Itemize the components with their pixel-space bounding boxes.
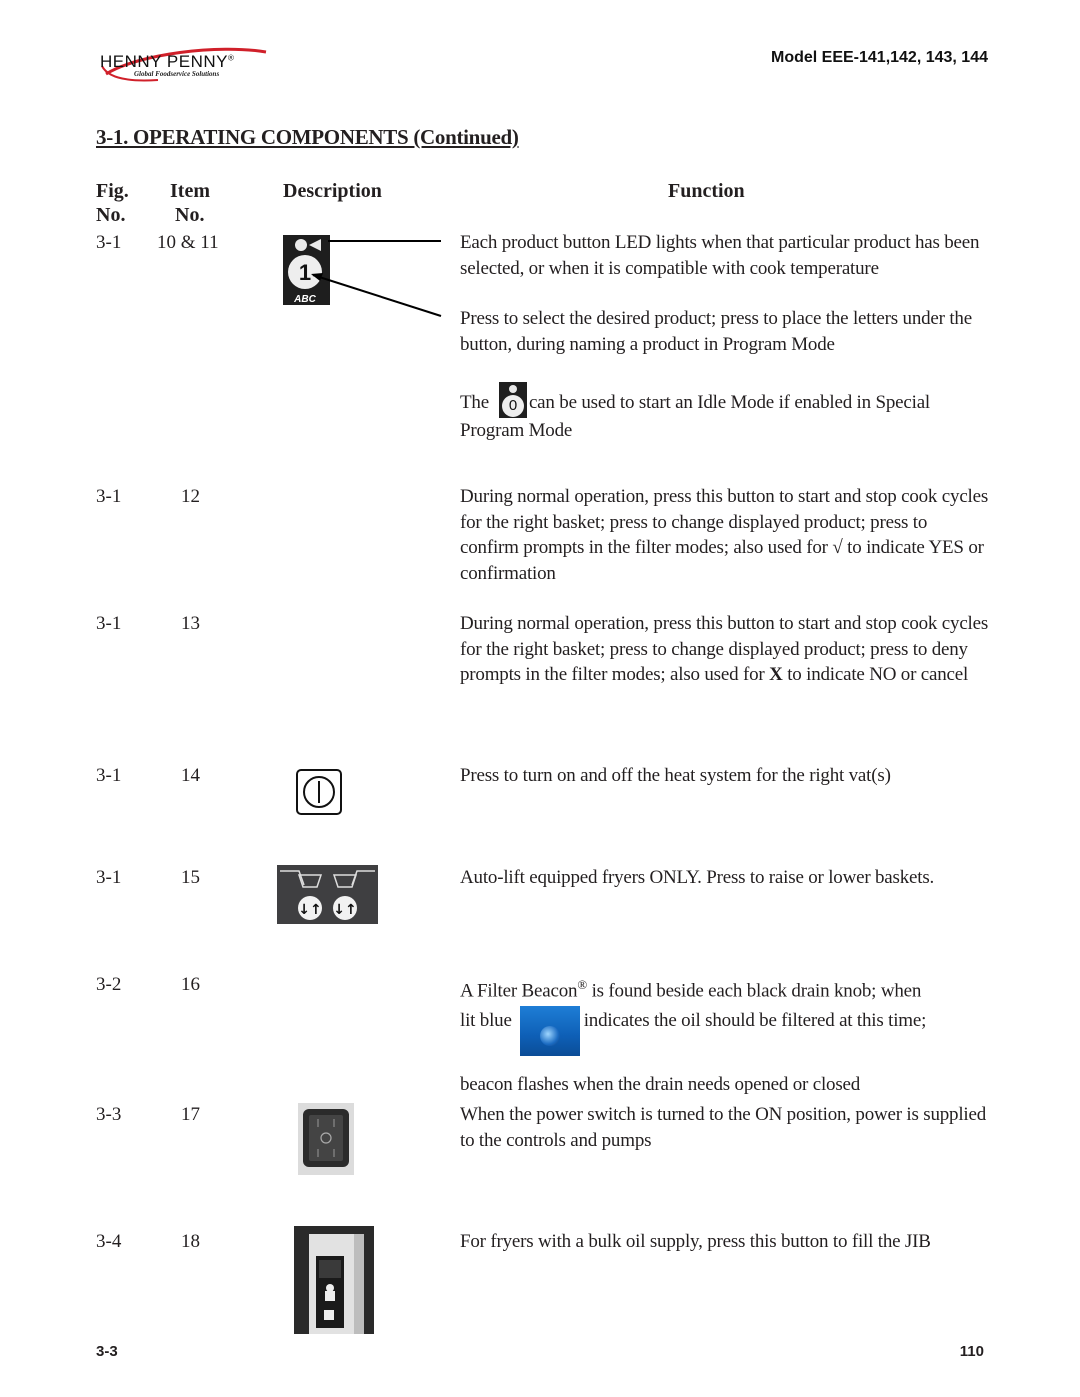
zero-button-icon: 0 xyxy=(498,382,527,418)
filter-beacon-icon xyxy=(519,1005,580,1056)
row-fig: 3-3 xyxy=(96,1104,122,1125)
row-item: 13 xyxy=(181,613,200,634)
row-fig: 3-1 xyxy=(96,867,122,888)
power-button-icon xyxy=(296,769,342,820)
col-header-item-line1: Item xyxy=(170,180,210,202)
row-item: 17 xyxy=(181,1104,200,1125)
function-text-16: A Filter Beacon® is found beside each bl… xyxy=(460,977,927,1095)
row-item: 12 xyxy=(181,486,200,507)
col-header-item-line2: No. xyxy=(175,204,205,226)
col-header-fig-line2: No. xyxy=(96,204,126,226)
bulk-oil-fill-button-icon xyxy=(294,1226,374,1339)
model-label: Model EEE-141,142, 143, 144 xyxy=(770,49,988,66)
row-item: 10 & 11 xyxy=(157,232,219,253)
col-header-fig: Fig. No. xyxy=(96,180,129,227)
product-button-icon: 1 ABC xyxy=(283,235,443,317)
row-item: 14 xyxy=(181,765,200,786)
power-switch-icon xyxy=(298,1103,354,1180)
row-item: 15 xyxy=(181,867,200,888)
product-button-letters: ABC xyxy=(293,294,316,305)
section-title: 3-1. OPERATING COMPONENTS (Continued) xyxy=(96,125,519,149)
x-symbol: X xyxy=(769,664,783,685)
row-item: 18 xyxy=(181,1231,200,1252)
row-fig: 3-2 xyxy=(96,974,122,995)
row-fig: 3-1 xyxy=(96,613,122,634)
basket-lift-icon: ↓↑ ↓↑ xyxy=(277,865,378,929)
brand-name: HENNY PENNY® xyxy=(100,52,235,71)
function-text-15: Auto-lift equipped fryers ONLY. Press to… xyxy=(460,867,935,888)
function-text-13: During normal operation, press this butt… xyxy=(460,613,989,685)
check-symbol: √ xyxy=(832,537,843,558)
select-description: Press to select the desired product; pre… xyxy=(460,308,972,355)
row-fig: 3-4 xyxy=(96,1231,122,1252)
footer-page-number: 110 xyxy=(959,1343,984,1360)
function-text-14: Press to turn on and off the heat system… xyxy=(460,765,891,786)
idle-mode-note: The 0 can be used to start an Idle Mode if… xyxy=(460,382,990,444)
row-fig: 3-1 xyxy=(96,486,122,507)
brand-tagline: Global Foodservice Solutions xyxy=(134,70,220,78)
henny-penny-logo: HENNY PENNY® Global Foodservice Solution… xyxy=(98,44,273,84)
product-button-number: 1 xyxy=(299,260,311,285)
row-fig: 3-1 xyxy=(96,232,122,253)
footer-section-page: 3-3 xyxy=(96,1343,118,1360)
svg-text:↓↑: ↓↑ xyxy=(333,902,356,918)
led-description: Each product button LED lights when that… xyxy=(460,232,980,279)
svg-text:↓↑: ↓↑ xyxy=(298,902,321,918)
row-item: 16 xyxy=(181,974,200,995)
col-header-item: Item No. xyxy=(170,180,210,227)
col-header-function: Function xyxy=(668,180,745,202)
function-text-17: When the power switch is turned to the O… xyxy=(460,1104,987,1151)
function-text-10-11: Each product button LED lights when that… xyxy=(460,230,990,444)
col-header-fig-line1: Fig. xyxy=(96,180,129,202)
function-text-12: During normal operation, press this butt… xyxy=(460,486,989,584)
function-text-18: For fryers with a bulk oil supply, press… xyxy=(460,1231,931,1252)
col-header-description: Description xyxy=(283,180,382,202)
row-fig: 3-1 xyxy=(96,765,122,786)
